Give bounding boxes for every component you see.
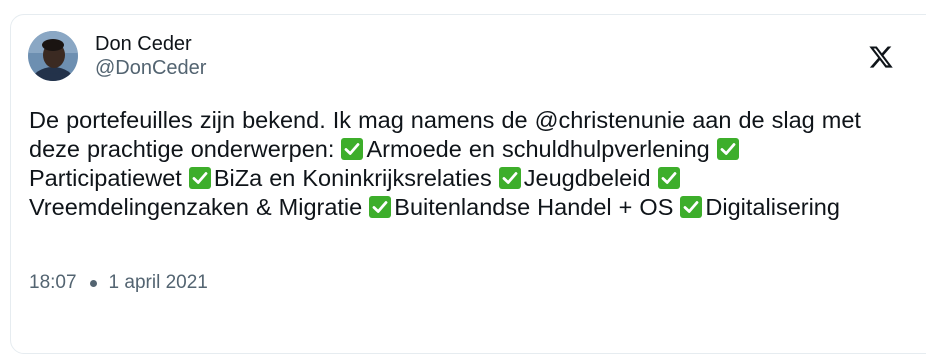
check-mark-icon (341, 138, 364, 160)
tweet-text-segment: Armoede en schuldhulpverlening (366, 136, 717, 162)
tweet-meta: 18:07 1 april 2021 (29, 272, 208, 294)
author-display-name[interactable]: Don Ceder (95, 32, 206, 56)
author-names: Don Ceder @DonCeder (95, 32, 206, 80)
tweet-text: De portefeuilles zijn bekend. Ik mag nam… (29, 106, 889, 222)
tweet-time[interactable]: 18:07 (29, 272, 77, 294)
check-mark-icon (716, 138, 739, 160)
x-logo-icon[interactable] (868, 44, 894, 70)
tweet-text-segment: Digitalisering (705, 194, 840, 220)
check-mark-icon (188, 167, 211, 189)
author-handle[interactable]: @DonCeder (95, 56, 206, 80)
check-mark-icon (498, 167, 521, 189)
check-mark-icon (680, 196, 703, 218)
tweet-header: Don Ceder @DonCeder (28, 30, 206, 82)
tweet-text-segment: Jeugdbeleid (523, 165, 658, 191)
check-mark-icon (657, 167, 680, 189)
avatar[interactable] (28, 31, 78, 81)
tweet-text-segment: Buitenlandse Handel + OS (394, 194, 681, 220)
tweet-text-segment: Vreemdelingenzaken & Migratie (29, 194, 370, 220)
tweet-date[interactable]: 1 april 2021 (109, 272, 208, 294)
separator-dot (89, 279, 97, 287)
check-mark-icon (369, 196, 392, 218)
tweet-text-segment: BiZa en Koninkrijksrelaties (213, 165, 499, 191)
tweet-text-segment: Participatiewet (29, 165, 189, 191)
